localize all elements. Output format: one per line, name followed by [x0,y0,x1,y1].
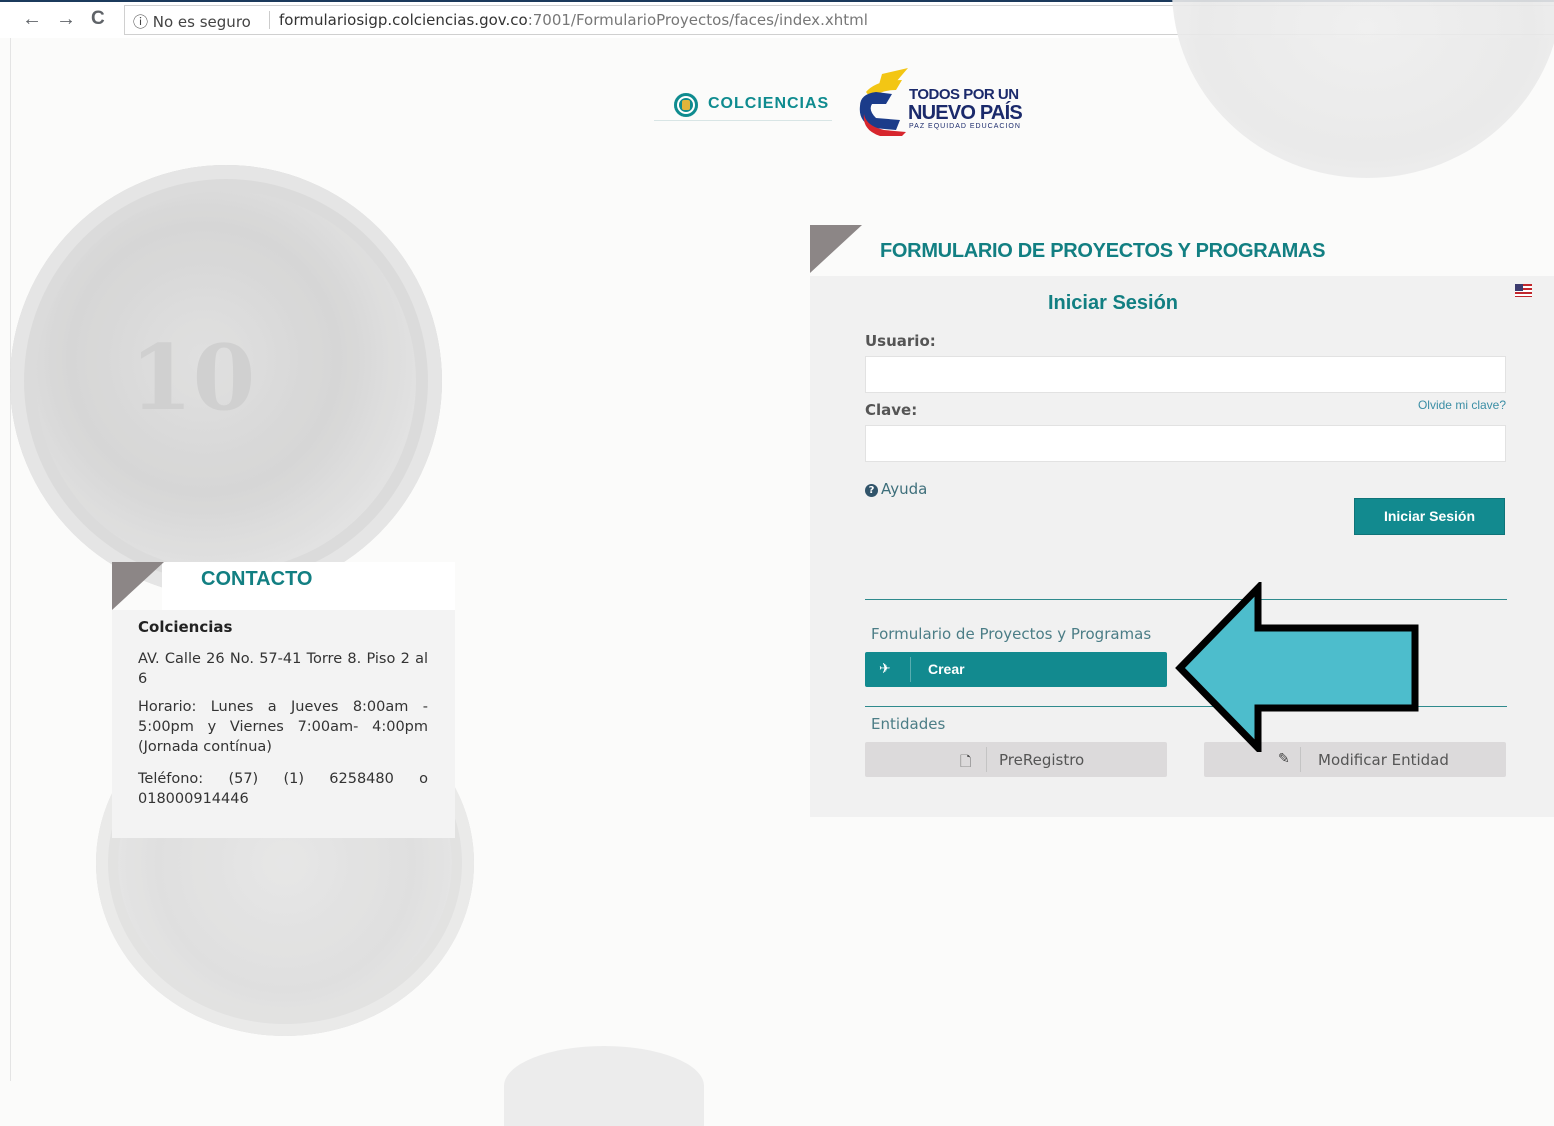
reload-icon[interactable]: C [91,8,105,30]
user-input[interactable] [865,356,1506,393]
coin-numeral-decoration: 10 [130,325,256,431]
back-arrow-icon[interactable]: ← [22,8,42,30]
colombia-seal-icon [674,93,698,117]
contact-title: CONTACTO [201,568,313,590]
password-input[interactable] [865,425,1506,462]
preregister-button-label: PreRegistro [999,751,1085,769]
help-label: Ayuda [881,480,928,498]
address-separator [269,11,270,29]
contact-hours: Horario: Lunes a Jueves 8:00am - 5:00pm … [138,699,428,755]
help-link[interactable]: ? Ayuda [865,480,927,498]
user-label: Usuario: [865,332,936,350]
contact-card: Colciencias AV. Calle 26 No. 57-41 Torre… [112,610,455,838]
url-host: formulariosigp.colciencias.gov.co [279,11,528,29]
url-path: :7001/FormularioProyectos/faces/index.xh… [527,11,868,29]
panel-corner-decoration [810,225,862,273]
page-edge [10,38,11,1081]
contact-address: AV. Calle 26 No. 57-41 Torre 8. Piso 2 a… [138,651,428,687]
colciencias-logo: COLCIENCIAS [654,88,832,121]
create-button[interactable]: ✈ Crear [865,652,1167,687]
government-logo: TODOS POR UN NUEVO PAÍS PAZ EQUIDAD EDUC… [856,66,1026,138]
background-coin-top-right [1172,0,1554,178]
annotation-arrow-icon [1175,582,1419,752]
background-coin-large: 10 [10,165,442,597]
modify-entity-button-label: Modificar Entidad [1318,751,1449,769]
password-label: Clave: [865,401,918,419]
create-button-label: Crear [928,661,965,677]
login-button[interactable]: Iniciar Sesión [1354,498,1505,535]
pencil-icon: ✎ [1278,751,1290,767]
contact-name: Colciencias [138,618,233,636]
projects-section-label: Formulario de Proyectos y Programas [871,625,1152,643]
gov-logo-line2: NUEVO PAÍS [908,102,1023,124]
forgot-password-link[interactable]: Olvide mi clave? [1418,398,1506,412]
button-separator [986,747,987,772]
colciencias-logo-text: COLCIENCIAS [708,95,830,112]
contact-corner-decoration [112,562,164,610]
login-title: Iniciar Sesión [1047,292,1179,314]
entities-section-label: Entidades [871,715,946,733]
gov-logo-line3: PAZ EQUIDAD EDUCACION [909,123,1021,130]
rocket-icon: ✈ [879,660,891,676]
contact-phone: Teléfono: (57) (1) 6258480 o 01800091444… [138,771,428,807]
preregister-button[interactable]: 🗋 PreRegistro [865,742,1167,777]
security-indicator[interactable]: ⓘ No es seguro [133,11,251,32]
background-coin-bottom [504,1046,704,1126]
button-separator [910,657,911,682]
us-flag-icon[interactable] [1515,284,1532,297]
question-circle-icon: ? [865,484,878,497]
government-e-mark-icon [859,68,908,136]
panel-title: FORMULARIO DE PROYECTOS Y PROGRAMAS [880,240,1326,262]
gov-logo-line1: TODOS POR UN [909,86,1019,103]
file-icon: 🗋 [960,754,972,770]
forward-arrow-icon[interactable]: → [56,8,76,30]
url-text[interactable]: formulariosigp.colciencias.gov.co:7001/F… [279,11,868,29]
